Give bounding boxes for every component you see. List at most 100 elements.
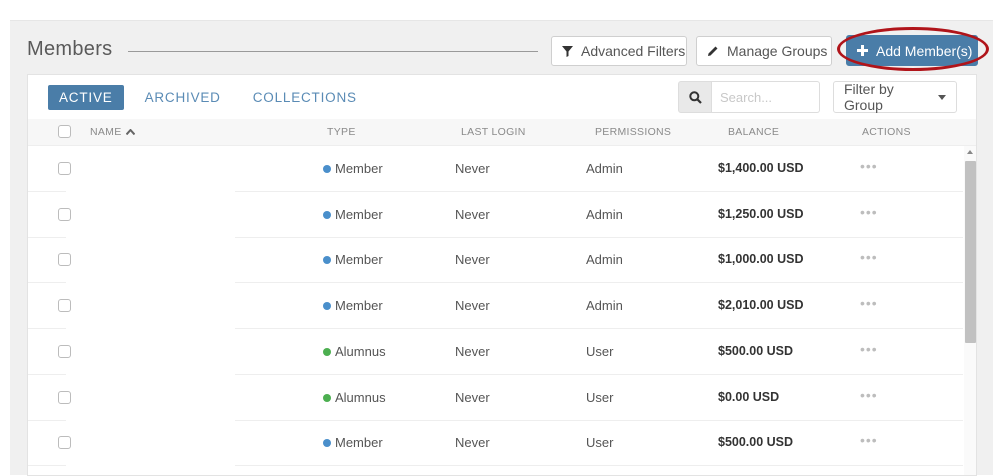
type-status-dot [323,439,331,448]
last-login-cell: Never [455,435,490,451]
row-divider [235,465,963,467]
table-row[interactable]: Alumnus Never User $500.00 USD ••• [28,329,963,375]
last-login-cell: Never [455,252,490,268]
type-status-dot [323,302,331,311]
column-name-header[interactable]: NAME [90,126,135,138]
row-checkbox[interactable] [58,436,71,450]
table-header: NAME TYPE LAST LOGIN PERMISSIONS BALANCE… [28,119,976,146]
title-divider [128,51,538,52]
permissions-cell: Admin [586,161,623,176]
balance-cell: $2,010.00 USD [718,298,804,313]
balance-cell: $500.00 USD [718,343,794,358]
type-status-dot [323,393,331,402]
table-row[interactable]: Member Never Admin $2,010.00 USD ••• [28,283,963,330]
manage-groups-button[interactable]: Manage Groups [696,36,832,66]
search-input[interactable] [712,81,820,113]
row-actions-menu[interactable]: ••• [860,432,878,448]
member-tabs: ACTIVE ARCHIVED COLLECTIONS [48,85,378,110]
type-label: Alumnus [335,343,386,359]
row-actions-menu[interactable]: ••• [860,341,878,357]
column-permissions-header[interactable]: PERMISSIONS [595,126,671,138]
row-divider [28,465,66,467]
last-login-cell: Never [455,206,490,222]
type-status-dot [323,347,331,356]
filter-by-group-select[interactable]: Filter by Group [833,81,957,113]
advanced-filters-label: Advanced Filters [581,43,686,59]
type-label: Member [335,252,383,268]
advanced-filters-button[interactable]: Advanced Filters [551,36,687,66]
members-card: ACTIVE ARCHIVED COLLECTIONS Filter by Gr… [27,74,977,476]
scrollbar-thumb[interactable] [965,161,976,343]
table-row[interactable]: Member Never Admin $1,000.00 USD ••• [28,237,963,284]
members-table-body: Member Never Admin $1,400.00 USD ••• Member Ne… [28,146,963,475]
type-label: Member [335,298,383,314]
type-cell: Member [323,298,383,313]
last-login-cell: Never [455,161,490,176]
add-member-label: Add Member(s) [876,42,973,59]
row-checkbox[interactable] [58,390,71,404]
type-label: Member [335,206,383,222]
sort-ascending-icon [125,129,135,135]
row-checkbox[interactable] [58,207,71,221]
last-login-cell: Never [455,389,490,405]
type-cell: Alumnus [323,390,386,405]
table-row[interactable]: Member Never User $500.00 USD ••• [28,420,963,467]
last-login-cell: Never [455,298,490,314]
column-last-login-header[interactable]: LAST LOGIN [461,126,526,138]
permissions-cell: Admin [586,252,623,268]
table-row[interactable]: Member Never Admin $1,400.00 USD ••• [28,146,963,192]
type-label: Member [335,161,383,176]
plus-icon [857,45,868,56]
permissions-cell: User [586,389,614,405]
column-actions-header: ACTIONS [862,126,911,138]
row-actions-menu[interactable]: ••• [860,249,878,265]
balance-cell: $500.00 USD [718,435,794,450]
row-checkbox[interactable] [58,162,71,175]
balance-cell: $1,400.00 USD [718,161,804,175]
manage-groups-label: Manage Groups [727,43,828,59]
balance-cell: $1,000.00 USD [718,252,804,267]
permissions-cell: Admin [586,206,623,222]
row-checkbox[interactable] [58,299,71,313]
tab-collections[interactable]: COLLECTIONS [242,85,368,110]
type-status-dot [323,256,331,265]
type-status-dot [323,210,331,219]
row-actions-menu[interactable]: ••• [860,387,878,403]
permissions-cell: User [586,343,614,359]
filter-by-group-label: Filter by Group [844,81,894,113]
balance-cell: $0.00 USD [718,389,780,404]
type-label: Alumnus [335,389,386,405]
pencil-icon [707,45,719,57]
tab-archived[interactable]: ARCHIVED [134,85,232,110]
filter-icon [562,45,573,57]
row-actions-menu[interactable]: ••• [860,158,878,174]
scroll-up-arrow-icon[interactable] [967,150,973,154]
select-all-checkbox[interactable] [58,125,71,138]
row-actions-menu[interactable]: ••• [860,295,878,311]
table-row[interactable]: Member Never Admin $1,250.00 USD ••• [28,192,963,238]
type-label: Member [335,435,383,451]
type-cell: Member [323,252,383,267]
add-member-button[interactable]: Add Member(s) [846,35,978,66]
row-checkbox[interactable] [58,344,71,358]
column-name-label: NAME [90,126,122,138]
last-login-cell: Never [455,343,490,359]
permissions-cell: User [586,435,614,451]
type-cell: Member [323,161,383,176]
row-actions-menu[interactable]: ••• [860,204,878,220]
search-icon [688,90,702,104]
row-checkbox[interactable] [58,253,71,267]
type-cell: Member [323,435,383,450]
column-type-header[interactable]: TYPE [327,126,356,138]
column-balance-header[interactable]: BALANCE [728,126,779,138]
permissions-cell: Admin [586,298,623,314]
balance-cell: $1,250.00 USD [718,206,804,221]
caret-down-icon [938,94,946,100]
table-row[interactable]: Alumnus Never User $0.00 USD ••• [28,375,963,421]
type-status-dot [323,165,331,173]
members-page: Members Advanced Filters Manage Groups A… [10,20,993,476]
page-title: Members [27,38,113,60]
tab-active[interactable]: ACTIVE [48,85,124,110]
type-cell: Member [323,207,383,222]
search-button[interactable] [678,81,712,113]
